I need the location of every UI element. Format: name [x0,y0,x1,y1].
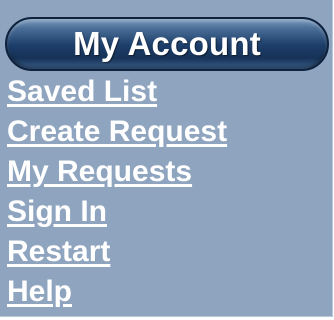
create-request-link[interactable]: Create Request [7,115,227,148]
sign-in-link[interactable]: Sign In [7,195,107,228]
restart-link[interactable]: Restart [7,235,110,268]
menu-item-restart: Restart [7,234,227,274]
menu-item-my-requests: My Requests [7,154,227,194]
saved-list-link[interactable]: Saved List [7,75,157,108]
account-header: My Account [5,17,329,71]
account-menu: Saved List Create Request My Requests Si… [7,74,227,314]
menu-item-create-request: Create Request [7,114,227,154]
header-title: My Account [73,25,261,62]
menu-item-saved-list: Saved List [7,74,227,114]
help-link[interactable]: Help [7,275,72,308]
menu-item-help: Help [7,274,227,314]
account-panel: My Account Saved List Create Request My … [0,0,333,317]
my-requests-link[interactable]: My Requests [7,155,192,188]
menu-item-sign-in: Sign In [7,194,227,234]
